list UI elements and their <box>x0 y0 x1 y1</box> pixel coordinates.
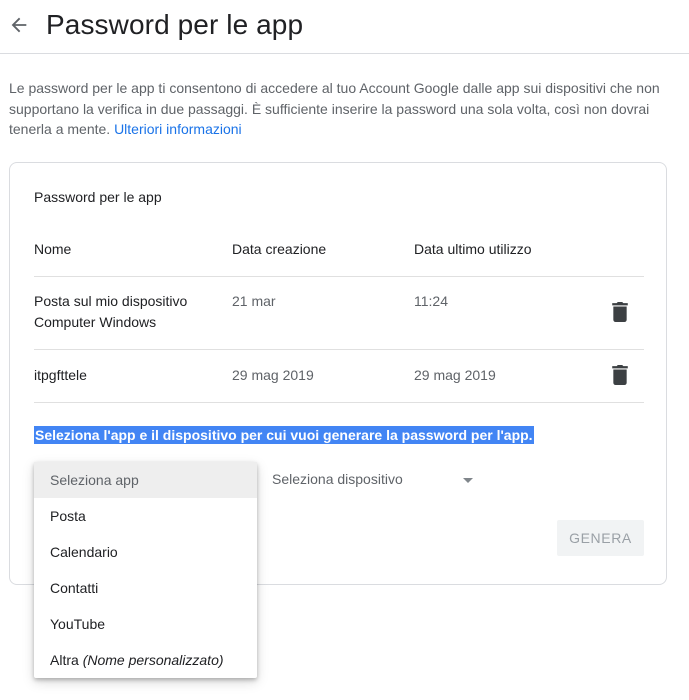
app-option-youtube[interactable]: YouTube <box>34 606 257 642</box>
row-2-last-used: 29 mag 2019 <box>414 367 496 383</box>
option-label: Posta <box>50 508 86 524</box>
option-label-custom-name: (Nome personalizzato) <box>82 652 224 668</box>
row-1-name-line1: Posta sul mio dispositivo <box>34 293 188 309</box>
delete-row-2-trash-icon[interactable] <box>611 365 629 385</box>
app-option-altra[interactable]: Altra (Nome personalizzato) <box>34 642 257 678</box>
option-label: Calendario <box>50 544 118 560</box>
row-1-name: Posta sul mio dispositivo Computer Windo… <box>34 291 187 333</box>
app-option-posta[interactable]: Posta <box>34 498 257 534</box>
row-1-created: 21 mar <box>232 293 276 309</box>
intro-text: Le password per le app ti consentono di … <box>9 78 669 140</box>
learn-more-link[interactable]: Ulteriori informazioni <box>114 121 242 137</box>
option-label-altra: Altra <box>50 652 79 668</box>
page-header: Password per le app <box>0 0 689 54</box>
caret-down-icon <box>463 478 473 483</box>
intro-body: Le password per le app ti consentono di … <box>9 80 660 137</box>
device-select-label: Seleziona dispositivo <box>272 471 403 487</box>
column-header-name: Nome <box>34 241 72 257</box>
option-label: YouTube <box>50 616 106 632</box>
app-option-select-app[interactable]: Seleziona app <box>34 462 257 498</box>
app-option-contatti[interactable]: Contatti <box>34 570 257 606</box>
back-arrow-icon[interactable] <box>8 14 30 36</box>
column-header-last-used: Data ultimo utilizzo <box>414 241 532 257</box>
selection-instruction: Seleziona l'app e il dispositivo per cui… <box>34 426 534 444</box>
device-select[interactable]: Seleziona dispositivo <box>272 470 482 492</box>
row-2-created: 29 mag 2019 <box>232 367 314 383</box>
row-2-name: itpgfttele <box>34 367 87 383</box>
column-header-created: Data creazione <box>232 241 327 257</box>
card-title: Password per le app <box>34 189 162 205</box>
row-1-last-used: 11:24 <box>414 293 448 309</box>
option-label: Contatti <box>50 580 99 596</box>
generate-button[interactable]: GENERA <box>557 520 644 556</box>
app-option-calendario[interactable]: Calendario <box>34 534 257 570</box>
option-label: Seleziona app <box>50 472 139 488</box>
row-divider <box>34 349 644 350</box>
row-divider <box>34 276 644 277</box>
row-1-name-line2: Computer Windows <box>34 314 157 330</box>
row-divider <box>34 402 644 403</box>
page-title: Password per le app <box>46 9 304 40</box>
app-select-dropdown: Seleziona app Posta Calendario Contatti … <box>34 462 257 678</box>
option-label: Altra (Nome personalizzato) <box>50 652 224 668</box>
delete-row-1-trash-icon[interactable] <box>611 302 629 322</box>
